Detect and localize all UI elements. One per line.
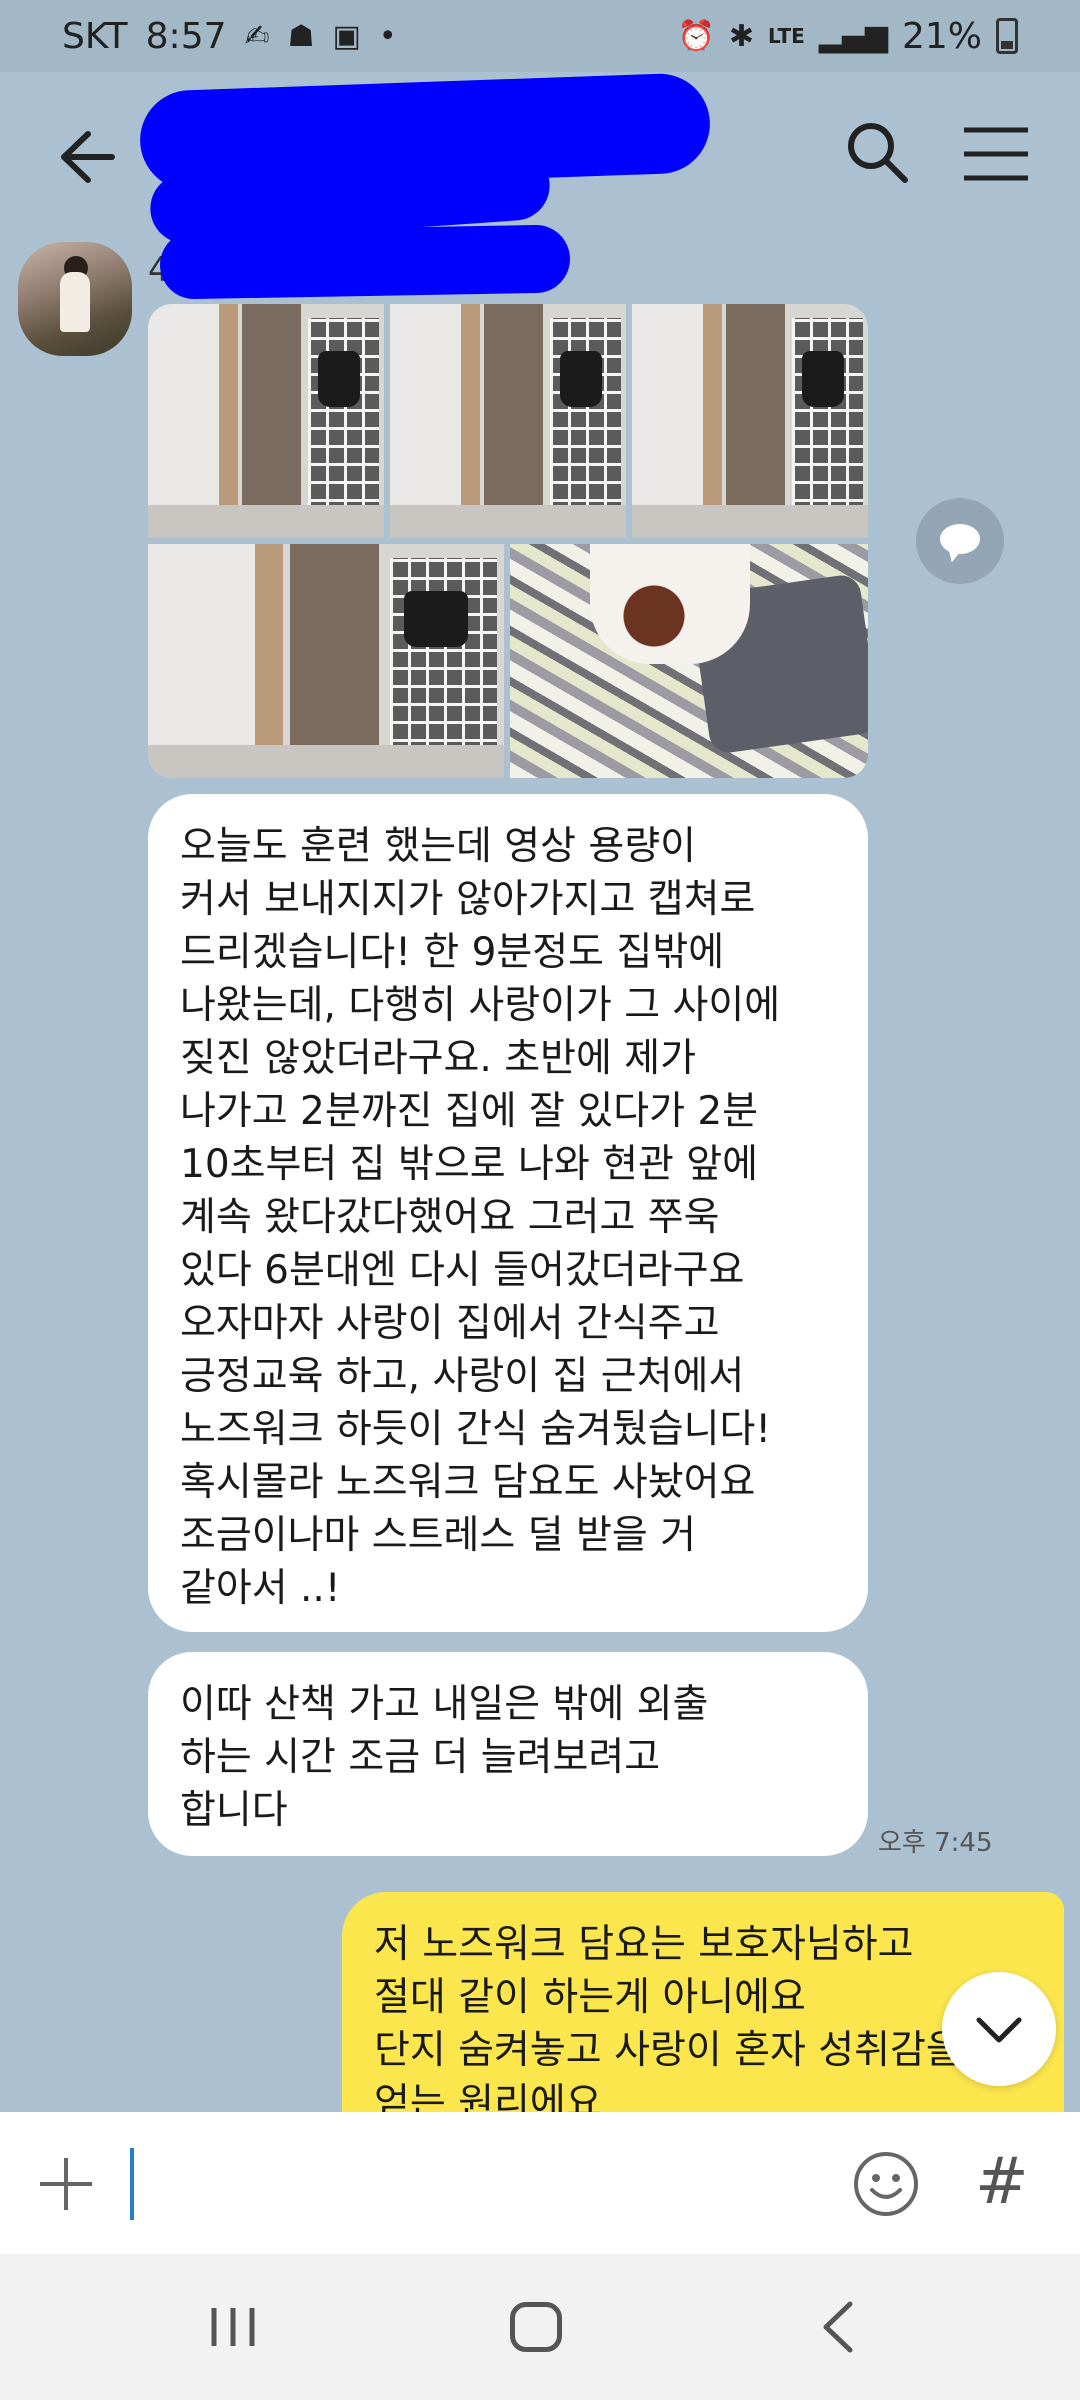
system-nav-bar	[0, 2254, 1080, 2400]
battery-percent: 21%	[901, 15, 982, 57]
plus-icon[interactable]	[36, 2154, 96, 2214]
recents-icon[interactable]	[208, 2306, 258, 2348]
speech-bubble-icon	[940, 524, 980, 554]
photo-thumbnail[interactable]	[390, 304, 626, 538]
message-timestamp: 오후 7:45	[878, 1828, 993, 1858]
search-icon[interactable]	[845, 120, 911, 186]
notification-icon: ✍	[244, 18, 270, 54]
message-input[interactable]	[128, 2142, 828, 2226]
chevron-down-icon	[976, 2017, 1022, 2043]
chat-header	[0, 72, 1080, 246]
photo-thumbnail[interactable]	[148, 304, 384, 538]
bluetooth-icon: ✱	[728, 18, 755, 54]
photo-thumbnail[interactable]	[148, 544, 504, 778]
clock: 8:57	[145, 15, 227, 57]
avatar[interactable]	[18, 242, 132, 356]
carrier-label: SKT	[62, 15, 128, 57]
gallery-icon: ▣	[332, 18, 361, 54]
nav-back-icon[interactable]	[818, 2300, 858, 2354]
redacted-sender-name	[159, 224, 571, 300]
emoji-icon[interactable]	[852, 2150, 920, 2218]
hashtag-icon[interactable]: #	[975, 2140, 1029, 2224]
alarm-icon: ⏰	[677, 18, 715, 54]
lte-icon: LTE	[768, 24, 805, 48]
battery-icon	[996, 18, 1018, 54]
incoming-message-bubble[interactable]: 이따 산책 가고 내일은 밖에 외출 하는 시간 조금 더 늘려보려고 합니다	[148, 1652, 868, 1856]
photo-grid[interactable]	[148, 304, 868, 778]
message-input-bar: #	[0, 2112, 1080, 2254]
menu-icon[interactable]	[960, 124, 1032, 184]
person-icon: ☗	[287, 18, 315, 54]
photo-thumbnail[interactable]	[632, 304, 868, 538]
share-button[interactable]	[916, 498, 1004, 584]
text-cursor	[130, 2148, 134, 2220]
home-icon[interactable]	[510, 2302, 562, 2352]
back-arrow-icon[interactable]	[50, 122, 120, 192]
status-bar: SKT 8:57 ✍ ☗ ▣ • ⏰ ✱ LTE ▂▄▆ 21%	[0, 0, 1080, 72]
photo-thumbnail-dog[interactable]	[510, 544, 868, 778]
scroll-down-button[interactable]	[942, 1972, 1056, 2086]
dot-icon: •	[378, 18, 397, 54]
incoming-message-bubble[interactable]: 오늘도 훈련 했는데 영상 용량이 커서 보내지지가 않아가지고 캡쳐로 드리겠…	[148, 794, 868, 1632]
signal-icon: ▂▄▆	[818, 18, 888, 54]
